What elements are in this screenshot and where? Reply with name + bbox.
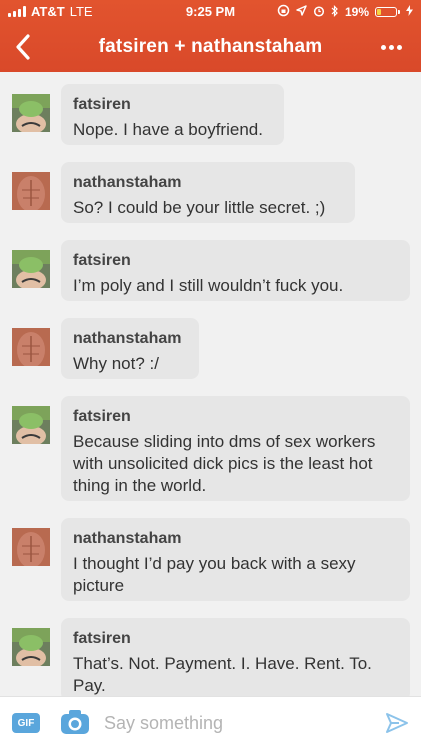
more-options-button[interactable] [373, 34, 409, 60]
message-bubble: fatsiren Because sliding into dms of sex… [61, 396, 410, 501]
message: nathanstaham Why not? :/ [12, 318, 421, 379]
message: nathanstaham I thought I’d pay you back … [12, 518, 421, 601]
message-text: Because sliding into dms of sex workers … [73, 432, 376, 495]
message-list[interactable]: fatsiren Nope. I have a boyfriend. natha… [0, 72, 421, 696]
conversation-header: AT&T LTE 9:25 PM 19% fatsiren + nathanst… [0, 0, 421, 72]
gif-button[interactable]: GIF [12, 713, 40, 733]
message: fatsiren Because sliding into dms of sex… [12, 396, 421, 501]
bluetooth-icon [331, 4, 339, 20]
battery-icon [375, 7, 400, 17]
chevron-left-icon [16, 34, 30, 60]
message-username[interactable]: fatsiren [73, 250, 398, 271]
message-username[interactable]: fatsiren [73, 628, 398, 649]
location-icon [296, 5, 307, 19]
battery-percent: 19% [344, 5, 369, 19]
avatar-nathanstaham[interactable] [12, 328, 50, 366]
conversation-title: fatsiren + nathanstaham [98, 36, 323, 57]
back-button[interactable] [8, 30, 38, 64]
message: fatsiren Nope. I have a boyfriend. [12, 84, 421, 145]
message-username[interactable]: nathanstaham [73, 328, 187, 349]
message: fatsiren That’s. Not. Payment. I. Have. … [12, 618, 421, 696]
alarm-icon [313, 5, 325, 20]
avatar-fatsiren[interactable] [12, 250, 50, 288]
message-username[interactable]: fatsiren [73, 94, 272, 115]
message-text: So? I could be your little secret. ;) [73, 198, 326, 217]
message-bubble: nathanstaham Why not? :/ [61, 318, 199, 379]
avatar-fatsiren[interactable] [12, 94, 50, 132]
message-bubble: nathanstaham I thought I’d pay you back … [61, 518, 410, 601]
camera-button[interactable] [60, 709, 90, 735]
composer-bar: GIF [0, 696, 421, 750]
message-username[interactable]: fatsiren [73, 406, 398, 427]
avatar-nathanstaham[interactable] [12, 528, 50, 566]
lock-rotation-icon [277, 4, 290, 20]
message-bubble: nathanstaham So? I could be your little … [61, 162, 355, 223]
avatar-fatsiren[interactable] [12, 628, 50, 666]
avatar-fatsiren[interactable] [12, 406, 50, 444]
send-button[interactable] [385, 711, 409, 735]
message: nathanstaham So? I could be your little … [12, 162, 421, 223]
avatar-nathanstaham[interactable] [12, 172, 50, 210]
message-bubble: fatsiren I’m poly and I still wouldn’t f… [61, 240, 410, 301]
message-username[interactable]: nathanstaham [73, 528, 398, 549]
status-bar: AT&T LTE 9:25 PM 19% [0, 0, 421, 24]
more-dots-icon [380, 44, 386, 50]
send-icon [386, 713, 408, 733]
message-text: I’m poly and I still wouldn’t fuck you. [73, 276, 344, 295]
message-username[interactable]: nathanstaham [73, 172, 343, 193]
message-text: I thought I’d pay you back with a sexy p… [73, 554, 356, 595]
message-text: Why not? :/ [73, 354, 159, 373]
message: fatsiren I’m poly and I still wouldn’t f… [12, 240, 421, 301]
camera-icon [61, 710, 89, 734]
nav-bar: fatsiren + nathanstaham [0, 24, 421, 72]
charging-icon [406, 5, 413, 19]
message-bubble: fatsiren That’s. Not. Payment. I. Have. … [61, 618, 410, 696]
message-bubble: fatsiren Nope. I have a boyfriend. [61, 84, 284, 145]
message-text: That’s. Not. Payment. I. Have. Rent. To.… [73, 654, 372, 695]
message-input[interactable] [104, 711, 374, 735]
message-text: Nope. I have a boyfriend. [73, 120, 263, 139]
